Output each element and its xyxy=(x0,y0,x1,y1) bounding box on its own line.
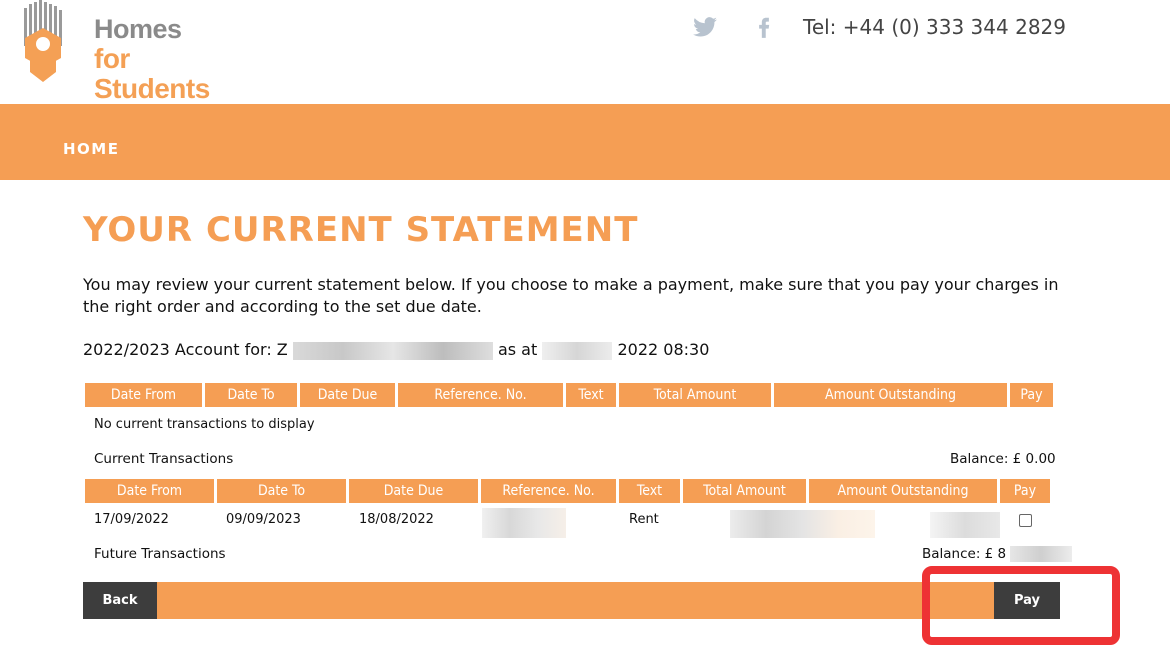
site-header: Homes for Students Tel: +44 (0) 333 344 … xyxy=(0,0,1170,104)
account-line: 2022/2023 Account for: Z as at 2022 08:3… xyxy=(83,340,709,360)
col-date-from: Date From xyxy=(85,479,214,503)
telephone-number[interactable]: Tel: +44 (0) 333 344 2829 xyxy=(803,15,1066,39)
col-date-to: Date To xyxy=(217,479,346,503)
col-reference-no: Reference. No. xyxy=(481,479,616,503)
col-text: Text xyxy=(619,479,680,503)
logo-line-1: Homes xyxy=(94,14,182,44)
account-prefix: 2022/2023 Account for: Z xyxy=(83,340,288,359)
row-date-to: 09/09/2023 xyxy=(226,512,301,527)
future-transactions-label: Future Transactions xyxy=(94,546,226,562)
col-pay: Pay xyxy=(1000,479,1050,503)
col-total-amount: Total Amount xyxy=(683,479,806,503)
col-date-due: Date Due xyxy=(300,383,395,407)
redacted-balance xyxy=(1010,546,1073,562)
nav-home-link[interactable]: HOME xyxy=(63,140,119,158)
pay-checkbox[interactable] xyxy=(1019,514,1032,527)
col-pay: Pay xyxy=(1010,383,1053,407)
redacted-amount-outstanding xyxy=(930,512,1000,538)
logo-line-2: for Students xyxy=(94,43,210,104)
account-time: 2022 08:30 xyxy=(617,340,710,359)
future-balance: Balance: £ 8 xyxy=(922,546,1073,562)
row-date-due: 18/08/2022 xyxy=(359,512,434,527)
current-transactions-header: Date From Date To Date Due Reference. No… xyxy=(85,383,1053,407)
logo-icon xyxy=(24,0,62,82)
homes-for-students-logo[interactable]: Homes for Students xyxy=(20,0,240,104)
row-text: Rent xyxy=(629,512,659,527)
pay-highlight-box xyxy=(922,566,1120,645)
current-transactions-label: Current Transactions xyxy=(94,451,234,467)
col-date-from: Date From xyxy=(85,383,202,407)
redacted-date xyxy=(542,341,613,360)
col-amount-outstanding: Amount Outstanding xyxy=(774,383,1007,407)
future-transactions-header: Date From Date To Date Due Reference. No… xyxy=(85,479,1050,503)
back-button[interactable]: Back xyxy=(83,582,157,619)
twitter-icon[interactable] xyxy=(692,14,718,40)
facebook-icon[interactable] xyxy=(751,14,777,40)
redacted-total-amount xyxy=(730,510,875,538)
col-reference-no: Reference. No. xyxy=(398,383,563,407)
future-balance-text: Balance: £ 8 xyxy=(922,546,1007,562)
col-date-due: Date Due xyxy=(349,479,478,503)
row-date-from: 17/09/2022 xyxy=(94,512,169,527)
intro-text: You may review your current statement be… xyxy=(83,275,1059,316)
logo-text: Homes for Students xyxy=(94,14,240,104)
col-date-to: Date To xyxy=(205,383,297,407)
current-balance: Balance: £ 0.00 xyxy=(950,451,1056,467)
col-text: Text xyxy=(566,383,616,407)
col-total-amount: Total Amount xyxy=(619,383,771,407)
col-amount-outstanding: Amount Outstanding xyxy=(809,479,997,503)
redacted-account-name xyxy=(292,341,493,360)
actions-bar xyxy=(83,582,1060,619)
redacted-reference xyxy=(482,508,566,538)
main-nav-bar: HOME xyxy=(0,104,1170,180)
empty-transactions-message: No current transactions to display xyxy=(94,417,315,432)
account-as-at: as at xyxy=(497,340,538,359)
page-title: YOUR CURRENT STATEMENT xyxy=(83,210,639,250)
